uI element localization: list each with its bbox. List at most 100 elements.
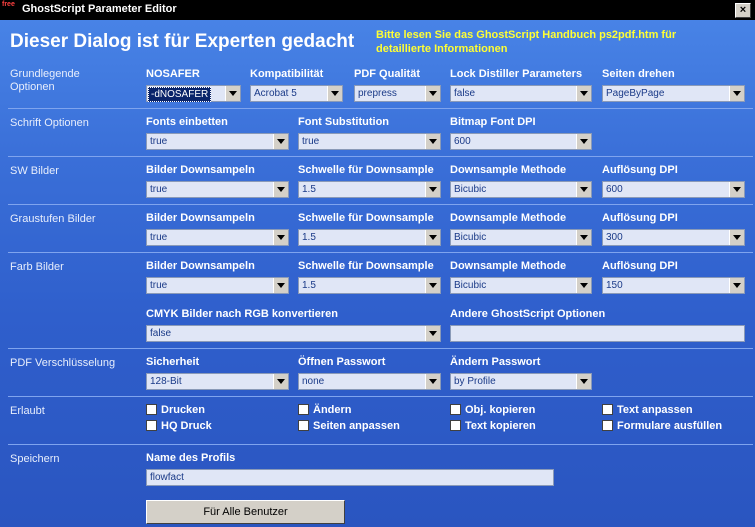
checkbox-icon <box>602 404 613 415</box>
embed-value: true <box>150 136 168 147</box>
quality-value: prepress <box>358 88 397 99</box>
help-hint-line2: detaillierte Informationen <box>376 43 508 55</box>
color-resolution-select[interactable]: 150 <box>602 277 745 294</box>
chevron-down-icon <box>425 278 440 293</box>
annotate-checkbox[interactable]: Text anpassen <box>602 404 693 416</box>
other-options-input[interactable] <box>450 325 745 342</box>
subst-value: true <box>302 136 320 147</box>
gray-threshold-select[interactable]: 1.5 <box>298 229 441 246</box>
chevron-down-icon <box>576 374 591 389</box>
color-resolution-value: 150 <box>606 280 623 291</box>
bw-method-select[interactable]: Bicubic <box>450 181 592 198</box>
gray-threshold-value: 1.5 <box>302 232 316 243</box>
lock-select[interactable]: false <box>450 85 592 102</box>
checkbox-icon <box>298 404 309 415</box>
change-checkbox-label: Ändern <box>313 404 352 416</box>
copy-objects-checkbox[interactable]: Obj. kopieren <box>450 404 535 416</box>
title-bar: free GhostScript Parameter Editor × <box>0 0 755 20</box>
chevron-down-icon <box>425 86 440 101</box>
gray-resolution-select[interactable]: 300 <box>602 229 745 246</box>
assemble-checkbox[interactable]: Seiten anpassen <box>298 420 400 432</box>
cmyk-value: false <box>150 328 172 339</box>
chevron-down-icon <box>327 86 342 101</box>
forms-checkbox[interactable]: Formulare ausfüllen <box>602 420 722 432</box>
bw-downsample-select[interactable]: true <box>146 181 289 198</box>
gray-method-select[interactable]: Bicubic <box>450 229 592 246</box>
bw-method-label: Downsample Methode <box>450 164 567 176</box>
chevron-down-icon <box>729 278 744 293</box>
color-downsample-select[interactable]: true <box>146 277 289 294</box>
lock-label: Lock Distiller Parameters <box>450 68 583 80</box>
save-all-users-button[interactable]: Für Alle Benutzer <box>146 500 345 524</box>
print-checkbox-label: Drucken <box>161 404 206 416</box>
color-method-select[interactable]: Bicubic <box>450 277 592 294</box>
bw-method-value: Bicubic <box>454 184 487 195</box>
section-basic-line2: Optionen <box>10 81 55 93</box>
rotate-select[interactable]: PageByPage <box>602 85 745 102</box>
gray-downsample-label: Bilder Downsampeln <box>146 212 255 224</box>
divider <box>8 252 753 253</box>
divider <box>8 108 753 109</box>
change-password-select[interactable]: by Profile <box>450 373 592 390</box>
bw-downsample-label: Bilder Downsampeln <box>146 164 255 176</box>
embed-select[interactable]: true <box>146 133 289 150</box>
chevron-down-icon <box>273 182 288 197</box>
color-downsample-label: Bilder Downsampeln <box>146 260 255 272</box>
quality-select[interactable]: prepress <box>354 85 441 102</box>
window-title: GhostScript Parameter Editor <box>22 3 177 15</box>
close-button[interactable]: × <box>735 3 751 18</box>
checkbox-icon <box>450 420 461 431</box>
chevron-down-icon <box>425 134 440 149</box>
nosafer-select[interactable]: -dNOSAFER <box>146 85 241 102</box>
gray-resolution-value: 300 <box>606 232 623 243</box>
color-threshold-label: Schwelle für Downsample <box>298 260 434 272</box>
compat-label: Kompatibilität <box>250 68 324 80</box>
compat-select[interactable]: Acrobat 5 <box>250 85 343 102</box>
change-password-label: Ändern Passwort <box>450 356 541 368</box>
chevron-down-icon <box>425 326 440 341</box>
chevron-down-icon <box>576 86 591 101</box>
gray-downsample-select[interactable]: true <box>146 229 289 246</box>
security-select[interactable]: 128-Bit <box>146 373 289 390</box>
checkbox-icon <box>146 420 157 431</box>
fontdpi-label: Bitmap Font DPI <box>450 116 536 128</box>
hq-print-checkbox[interactable]: HQ Druck <box>146 420 212 432</box>
copy-text-checkbox-label: Text kopieren <box>465 420 536 432</box>
chevron-down-icon <box>576 230 591 245</box>
divider <box>8 444 753 445</box>
embed-label: Fonts einbetten <box>146 116 228 128</box>
divider <box>8 204 753 205</box>
app-icon: free <box>2 1 15 8</box>
section-basic-line1: Grundlegende <box>10 68 80 80</box>
chevron-down-icon <box>729 182 744 197</box>
section-save-label: Speichern <box>10 453 60 465</box>
bw-downsample-value: true <box>150 184 168 195</box>
cmyk-select[interactable]: false <box>146 325 441 342</box>
security-label: Sicherheit <box>146 356 200 368</box>
section-color-label: Farb Bilder <box>10 261 64 273</box>
nosafer-label: NOSAFER <box>146 68 200 80</box>
color-method-label: Downsample Methode <box>450 260 567 272</box>
print-checkbox[interactable]: Drucken <box>146 404 205 416</box>
color-resolution-label: Auflösung DPI <box>602 260 678 272</box>
chevron-down-icon <box>425 182 440 197</box>
open-password-select[interactable]: none <box>298 373 441 390</box>
profile-name-input[interactable]: flowfact <box>146 469 554 486</box>
bw-resolution-select[interactable]: 600 <box>602 181 745 198</box>
gray-downsample-value: true <box>150 232 168 243</box>
change-checkbox[interactable]: Ändern <box>298 404 352 416</box>
divider <box>8 156 753 157</box>
color-threshold-select[interactable]: 1.5 <box>298 277 441 294</box>
help-hint-line1: Bitte lesen Sie das GhostScript Handbuch… <box>376 29 677 41</box>
profile-name-label: Name des Profils <box>146 452 236 464</box>
color-method-value: Bicubic <box>454 280 487 291</box>
subst-select[interactable]: true <box>298 133 441 150</box>
open-password-value: none <box>302 376 325 387</box>
help-hint: Bitte lesen Sie das GhostScript Handbuch… <box>376 28 716 56</box>
bw-resolution-label: Auflösung DPI <box>602 164 678 176</box>
chevron-down-icon <box>425 374 440 389</box>
bw-threshold-select[interactable]: 1.5 <box>298 181 441 198</box>
divider <box>8 348 753 349</box>
copy-text-checkbox[interactable]: Text kopieren <box>450 420 536 432</box>
fontdpi-select[interactable]: 600 <box>450 133 592 150</box>
